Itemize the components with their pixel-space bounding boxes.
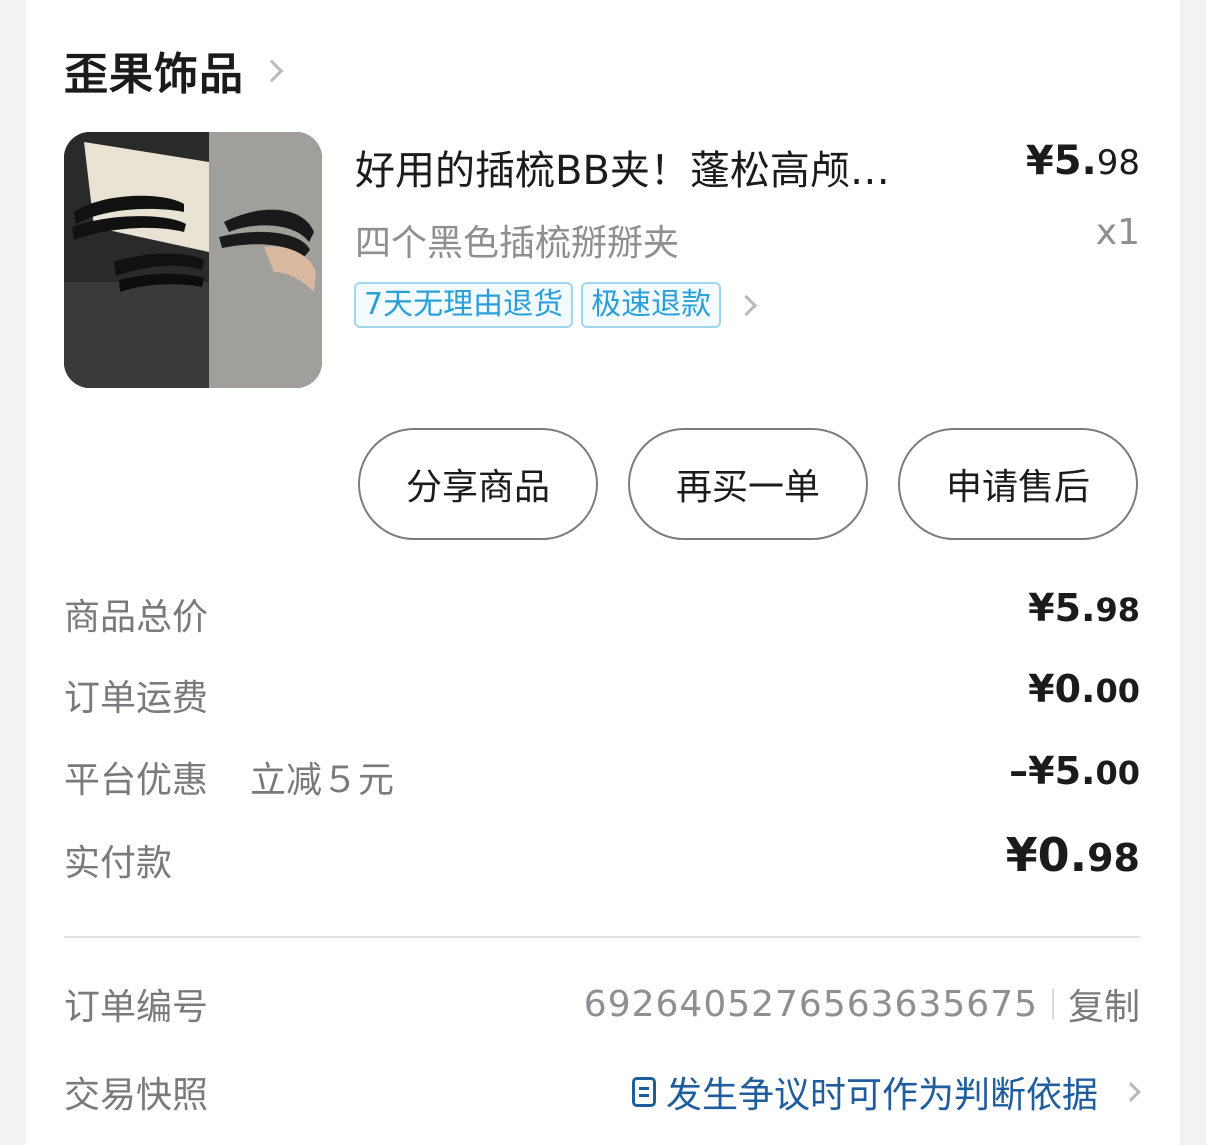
product-title[interactable]: 好用的插梳BB夹！蓬松高颅… xyxy=(355,138,975,196)
chevron-right-icon xyxy=(260,59,284,83)
snapshot-label: 交易快照 xyxy=(64,1075,209,1116)
shop-header[interactable]: 歪果饰品 xyxy=(64,40,284,100)
discount-value: –¥5.00 xyxy=(1009,749,1140,793)
service-tags[interactable]: 7天无理由退货 极速退款 xyxy=(354,282,758,328)
goods-total-decimal: 98 xyxy=(1095,591,1140,629)
discount-row: 平台优惠 立减５元 –¥5.00 xyxy=(64,747,1140,803)
after-sale-button[interactable]: 申请售后 xyxy=(898,428,1138,540)
product-image[interactable] xyxy=(64,132,322,388)
product-price-decimal: 98 xyxy=(1096,143,1140,183)
chevron-right-icon xyxy=(1121,1082,1141,1102)
goods-total-label: 商品总价 xyxy=(64,597,209,638)
copy-button[interactable]: 复制 xyxy=(1068,978,1140,1030)
snapshot-link[interactable]: 发生争议时可作为判断依据 xyxy=(631,1066,1141,1118)
divider xyxy=(64,936,1140,938)
tag-fast-refund: 极速退款 xyxy=(581,282,722,328)
discount-label: 平台优惠 xyxy=(64,760,209,801)
shipping-value: ¥0.00 xyxy=(1028,667,1140,711)
shop-name: 歪果饰品 xyxy=(64,49,244,100)
paid-row: 实付款 ¥0.98 xyxy=(64,828,1140,886)
product-price: ¥5.98 xyxy=(1026,138,1140,184)
shipping-row: 订单运费 ¥0.00 xyxy=(64,665,1140,721)
shipping-decimal: 00 xyxy=(1095,672,1140,710)
paid-label: 实付款 xyxy=(64,843,173,884)
product-quantity: x1 xyxy=(1095,212,1140,253)
shipping-label: 订单运费 xyxy=(64,678,209,719)
buy-again-button[interactable]: 再买一单 xyxy=(628,428,868,540)
shipping-main: ¥0. xyxy=(1028,667,1096,711)
discount-note: 立减５元 xyxy=(250,760,395,801)
paid-decimal: 98 xyxy=(1087,836,1140,880)
snapshot-link-text: 发生争议时可作为判断依据 xyxy=(665,1075,1098,1116)
tag-7day-return: 7天无理由退货 xyxy=(354,282,574,328)
order-number-label: 订单编号 xyxy=(64,987,209,1028)
order-number-group: 6926405276563635675 复制 xyxy=(584,978,1140,1030)
product-price-main: ¥5. xyxy=(1025,138,1097,184)
product-photo-graphic xyxy=(64,132,322,388)
separator xyxy=(1051,989,1054,1019)
product-spec: 四个黑色插梳掰掰夹 xyxy=(355,223,680,264)
discount-decimal: 00 xyxy=(1095,754,1140,792)
chevron-right-icon xyxy=(735,294,758,316)
document-icon xyxy=(631,1077,656,1107)
discount-main: –¥5. xyxy=(1009,749,1096,793)
paid-main: ¥0. xyxy=(1005,828,1088,882)
paid-value: ¥0.98 xyxy=(1006,828,1140,882)
goods-total-row: 商品总价 ¥5.98 xyxy=(64,584,1140,640)
goods-total-main: ¥5. xyxy=(1028,586,1096,630)
goods-total-value: ¥5.98 xyxy=(1028,586,1140,630)
share-product-button[interactable]: 分享商品 xyxy=(358,428,598,540)
order-number: 6926405276563635675 xyxy=(583,983,1038,1025)
